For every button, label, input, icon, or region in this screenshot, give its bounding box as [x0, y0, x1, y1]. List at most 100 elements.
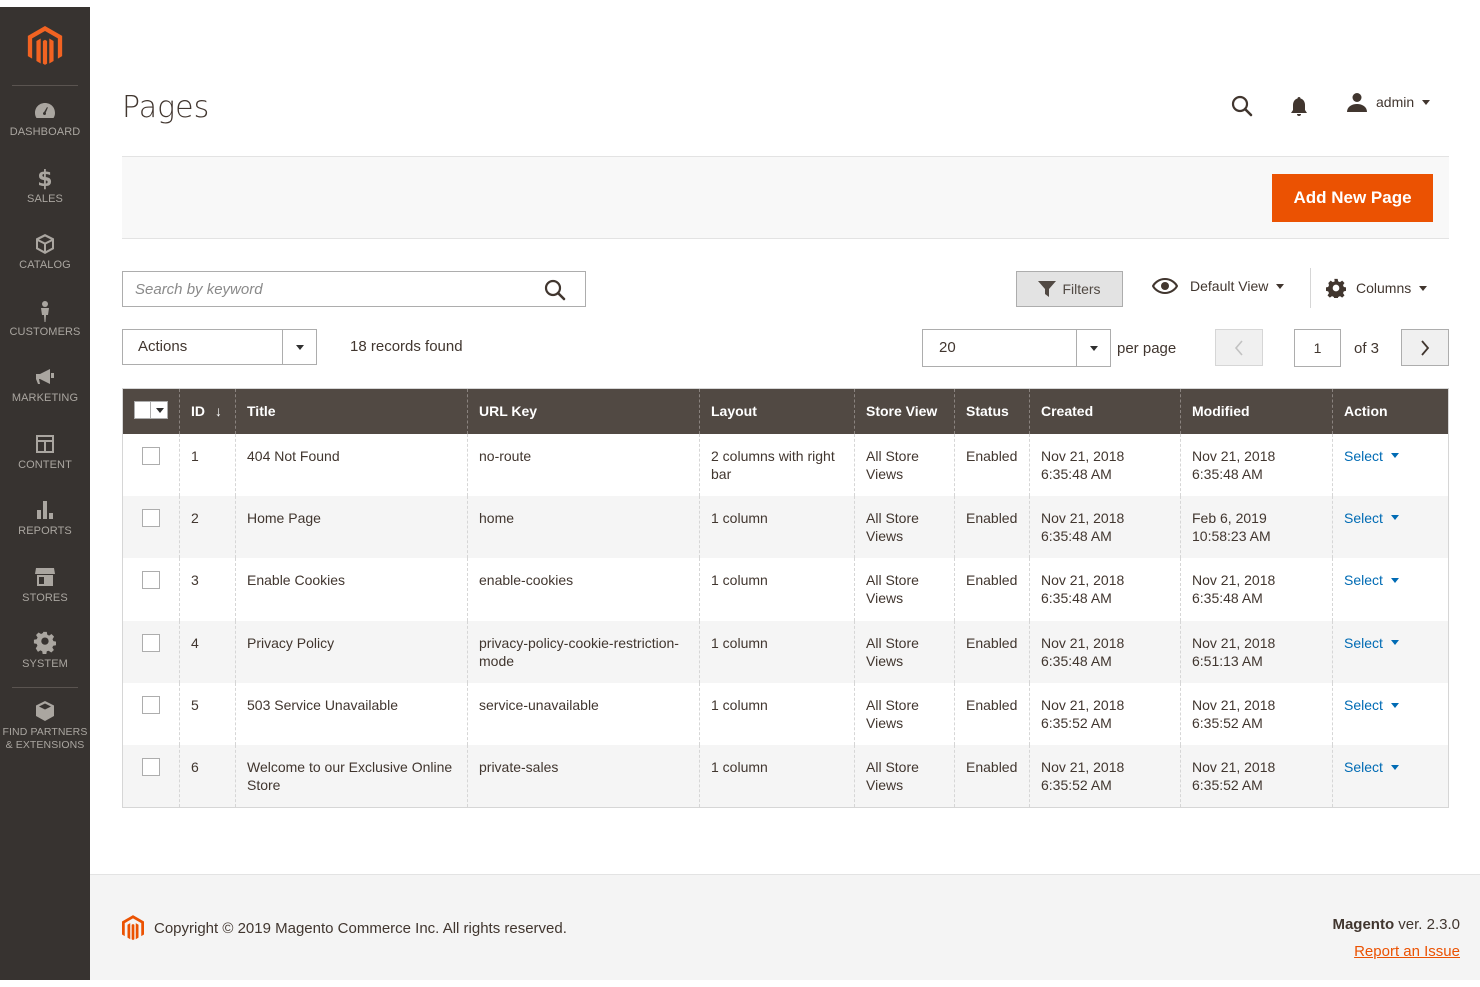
eye-icon — [1152, 278, 1178, 294]
cell-id: 5 — [179, 683, 236, 746]
cell-title: Enable Cookies — [235, 558, 468, 621]
col-header-title[interactable]: Title — [235, 388, 468, 434]
chevron-left-icon — [1234, 339, 1243, 356]
row-checkbox[interactable] — [142, 571, 160, 590]
chevron-down-icon — [1390, 640, 1399, 646]
mass-actions-dropdown[interactable]: Actions — [122, 329, 317, 365]
previous-page-button[interactable] — [1215, 329, 1263, 366]
next-page-button[interactable] — [1401, 329, 1449, 366]
row-action-select[interactable]: Select — [1344, 571, 1399, 589]
col-header-id[interactable]: ID ↓ — [179, 388, 236, 434]
col-header-layout[interactable]: Layout — [699, 388, 855, 434]
per-page-select[interactable]: 20 — [922, 329, 1111, 367]
nav-reports[interactable]: REPORTS — [0, 485, 90, 552]
notifications-button[interactable] — [1285, 93, 1313, 121]
row-action-select[interactable]: Select — [1344, 447, 1399, 465]
table-row[interactable]: 2 Home Page home 1 column All Store Views Ena… — [122, 495, 1449, 559]
cell-url-key: enable-cookies — [467, 558, 700, 621]
row-checkbox[interactable] — [142, 446, 160, 465]
col-header-store-view[interactable]: Store View — [854, 388, 955, 434]
layout-icon — [36, 434, 54, 453]
view-selector[interactable]: Default View — [1152, 278, 1285, 294]
cube-icon — [36, 234, 54, 255]
col-header-modified[interactable]: Modified — [1180, 388, 1333, 434]
table-row[interactable]: 4 Privacy Policy privacy-policy-cookie-res… — [122, 620, 1449, 684]
cell-id: 4 — [179, 620, 236, 684]
row-checkbox[interactable] — [142, 696, 160, 715]
user-account-menu[interactable]: admin — [1346, 92, 1431, 112]
nav-sales[interactable]: $ SALES — [0, 153, 90, 220]
magento-logo-icon — [122, 915, 144, 941]
magento-logo[interactable] — [12, 7, 78, 86]
checkbox — [122, 683, 180, 746]
col-header-created[interactable]: Created — [1029, 388, 1181, 434]
chevron-down-icon — [1276, 283, 1285, 289]
row-action-select[interactable]: Select — [1344, 634, 1399, 652]
mass-select-checkbox[interactable] — [134, 401, 168, 420]
search-submit-button[interactable] — [543, 278, 567, 307]
chevron-down-icon — [1390, 515, 1399, 521]
chevron-down-icon — [295, 344, 304, 350]
nav-dashboard[interactable]: DASHBOARD — [0, 86, 90, 153]
keyword-search — [122, 271, 586, 307]
filters-button[interactable]: Filters — [1016, 271, 1123, 307]
cell-url-key: private-sales — [467, 745, 700, 808]
nav-partners-label-2: & EXTENSIONS — [5, 739, 85, 751]
nav-marketing[interactable]: MARKETING — [0, 352, 90, 419]
row-action-label: Select — [1344, 447, 1383, 464]
table-row[interactable]: 5 503 Service Unavailable service-unavaila… — [122, 683, 1449, 746]
row-checkbox[interactable] — [142, 758, 160, 777]
col-header-id-label: ID — [191, 403, 205, 420]
cell-title: Welcome to our Exclusive Online Store — [235, 745, 468, 808]
add-new-page-button[interactable]: Add New Page — [1272, 174, 1433, 222]
row-action-select[interactable]: Select — [1344, 509, 1399, 527]
bell-icon — [1291, 97, 1307, 116]
view-label: Default View — [1190, 278, 1269, 294]
columns-control[interactable]: Columns — [1326, 278, 1428, 298]
row-checkbox[interactable] — [142, 633, 160, 652]
table-row[interactable]: 1 404 Not Found no-route 2 columns with rig… — [122, 433, 1449, 496]
row-action-select[interactable]: Select — [1344, 758, 1399, 776]
checkbox — [122, 558, 180, 621]
cell-store-view: All Store Views — [854, 495, 955, 559]
megaphone-icon — [36, 369, 54, 385]
nav-partners-label-1: FIND PARTNERS — [2, 726, 88, 738]
nav-system[interactable]: SYSTEM — [0, 618, 90, 685]
search-input[interactable] — [123, 272, 523, 306]
nav-stores[interactable]: STORES — [0, 552, 90, 619]
table-row[interactable]: 6 Welcome to our Exclusive Online Store pr… — [122, 745, 1449, 808]
svg-text:$: $ — [37, 167, 52, 190]
cell-layout: 1 column — [699, 620, 855, 684]
row-action-select[interactable]: Select — [1344, 696, 1399, 714]
report-issue-link[interactable]: Report an Issue — [1354, 943, 1460, 960]
grid-header-row: ID ↓ Title URL Key Layout Store View Stat… — [122, 388, 1449, 434]
col-header-url-key[interactable]: URL Key — [467, 388, 700, 434]
cell-created: Nov 21, 2018 6:35:52 AM — [1029, 683, 1181, 746]
copyright: Copyright © 2019 Magento Commerce Inc. A… — [122, 915, 567, 941]
version-brand: Magento — [1332, 916, 1395, 933]
cell-modified: Nov 21, 2018 6:35:52 AM — [1180, 683, 1333, 746]
nav-catalog[interactable]: CATALOG — [0, 219, 90, 286]
cell-modified: Nov 21, 2018 6:35:48 AM — [1180, 433, 1333, 496]
toolbar-divider — [1310, 268, 1311, 308]
cell-action: Select — [1332, 433, 1449, 496]
current-page-input[interactable] — [1294, 329, 1341, 367]
cell-modified: Nov 21, 2018 6:35:48 AM — [1180, 558, 1333, 621]
sidebar-divider — [12, 686, 78, 688]
dropdown-arrow — [282, 330, 316, 364]
nav-customers[interactable]: CUSTOMERS — [0, 286, 90, 353]
cell-created: Nov 21, 2018 6:35:48 AM — [1029, 620, 1181, 684]
cell-layout: 1 column — [699, 683, 855, 746]
columns-label: Columns — [1356, 280, 1412, 296]
row-checkbox[interactable] — [142, 508, 160, 527]
chevron-down-icon — [1390, 577, 1399, 583]
nav-content[interactable]: CONTENT — [0, 419, 90, 486]
global-search-button[interactable] — [1228, 92, 1256, 120]
col-header-status[interactable]: Status — [954, 388, 1030, 434]
cell-status: Enabled — [954, 683, 1030, 746]
cell-store-view: All Store Views — [854, 620, 955, 684]
nav-sales-label: SALES — [27, 192, 63, 205]
row-action-label: Select — [1344, 759, 1383, 776]
nav-find-partners[interactable]: FIND PARTNERS & EXTENSIONS — [0, 690, 90, 762]
table-row[interactable]: 3 Enable Cookies enable-cookies 1 column All… — [122, 558, 1449, 621]
